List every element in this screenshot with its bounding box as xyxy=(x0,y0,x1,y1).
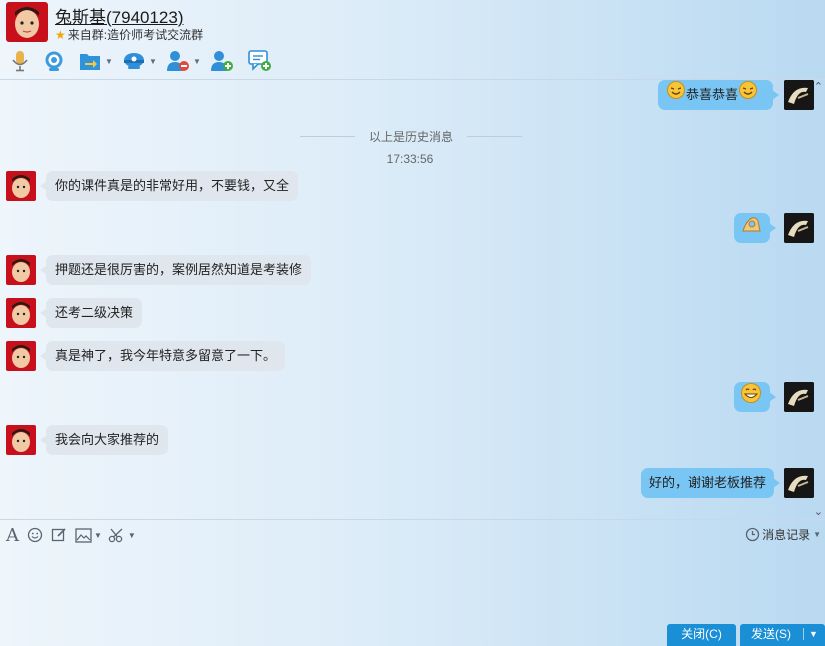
contact-avatar-small[interactable] xyxy=(6,425,36,455)
action-toolbar: ▼ ▼ ▼ xyxy=(6,48,274,74)
message-bubble-self[interactable] xyxy=(734,382,776,415)
congrats-emoji-icon xyxy=(666,80,686,111)
button-divider xyxy=(803,628,804,640)
message-log-button[interactable]: 消息记录 ▼ xyxy=(745,526,821,543)
group-source: ★ 来自群:造价师考试交流群 xyxy=(55,26,203,43)
scissors-icon[interactable] xyxy=(108,524,126,546)
message-bubble-contact[interactable]: 押题还是很厉害的，案例居然知道是考装修 xyxy=(39,255,312,285)
video-camera-icon[interactable] xyxy=(40,48,68,74)
microphone-icon[interactable] xyxy=(6,48,34,74)
message-log-label: 消息记录 xyxy=(762,528,811,542)
chevron-down-icon[interactable]: ▼ xyxy=(128,524,136,546)
message-bubble-self[interactable] xyxy=(734,213,776,246)
message-text: 恭喜恭喜 xyxy=(686,87,739,102)
grin-emoji-icon xyxy=(740,382,762,415)
message-list[interactable]: ⌃ 恭喜恭喜 以上是历史消息 17:33:56 你的课件真是的非常好用，不要钱，… xyxy=(0,80,825,518)
emoji-icon[interactable] xyxy=(27,524,43,546)
message-bubble-contact[interactable]: 真是神了，我今年特意多留意了一下。 xyxy=(39,341,286,371)
input-divider xyxy=(0,519,825,520)
message-bubble-contact[interactable]: 还考二级决策 xyxy=(39,298,143,328)
star-icon: ★ xyxy=(55,28,66,42)
send-label: 发送(S) xyxy=(751,627,791,641)
image-icon[interactable] xyxy=(75,524,92,546)
chevron-down-icon[interactable]: ▼ xyxy=(104,48,114,74)
message-bubble-self[interactable]: 好的，谢谢老板推荐 xyxy=(641,468,781,498)
add-friend-icon[interactable] xyxy=(208,48,236,74)
edit-icon[interactable] xyxy=(51,524,67,546)
send-button[interactable]: 发送(S) ▼ xyxy=(740,624,825,646)
remote-assist-icon[interactable] xyxy=(120,48,148,74)
new-message-icon[interactable] xyxy=(246,48,274,74)
contact-avatar[interactable] xyxy=(6,2,48,42)
chevron-down-icon[interactable]: ▼ xyxy=(192,48,202,74)
group-name[interactable]: 造价师考试交流群 xyxy=(107,28,203,42)
message-timestamp: 17:33:56 xyxy=(386,152,434,166)
message-input[interactable] xyxy=(0,548,825,620)
self-avatar[interactable] xyxy=(784,382,814,412)
scroll-down-icon[interactable]: ⌄ xyxy=(814,505,823,518)
message-bubble-self[interactable]: 恭喜恭喜 xyxy=(658,80,779,111)
clock-icon xyxy=(745,527,760,542)
block-user-icon[interactable] xyxy=(164,48,192,74)
ok-hand-emoji-icon xyxy=(740,213,762,246)
self-avatar[interactable] xyxy=(784,468,814,498)
message-bubble-contact[interactable]: 你的课件真是的非常好用，不要钱，又全 xyxy=(39,171,299,201)
contact-avatar-small[interactable] xyxy=(6,298,36,328)
chevron-down-icon[interactable]: ▼ xyxy=(148,48,158,74)
self-avatar[interactable] xyxy=(784,80,814,110)
send-options-chevron-icon[interactable]: ▼ xyxy=(809,624,818,644)
from-prefix: 来自群: xyxy=(67,28,108,42)
congrats-emoji-icon xyxy=(738,80,758,111)
chevron-down-icon: ▼ xyxy=(813,530,821,539)
editor-toolbar: A ▼ ▼ xyxy=(6,524,144,546)
contact-name[interactable]: 兔斯基(7940123) xyxy=(55,3,184,28)
scroll-up-icon[interactable]: ⌃ xyxy=(814,80,823,93)
contact-avatar-small[interactable] xyxy=(6,255,36,285)
chat-header: 兔斯基(7940123) ★ 来自群:造价师考试交流群 ▼ ▼ ▼ xyxy=(0,0,825,80)
folder-transfer-icon[interactable] xyxy=(76,48,104,74)
contact-avatar-small[interactable] xyxy=(6,171,36,201)
history-divider: 以上是历史消息 xyxy=(300,128,522,145)
contact-avatar-small[interactable] xyxy=(6,341,36,371)
message-bubble-contact[interactable]: 我会向大家推荐的 xyxy=(39,425,169,455)
self-avatar[interactable] xyxy=(784,213,814,243)
chevron-down-icon[interactable]: ▼ xyxy=(94,524,102,546)
font-icon[interactable]: A xyxy=(6,524,19,546)
close-button[interactable]: 关闭(C) xyxy=(667,624,736,646)
